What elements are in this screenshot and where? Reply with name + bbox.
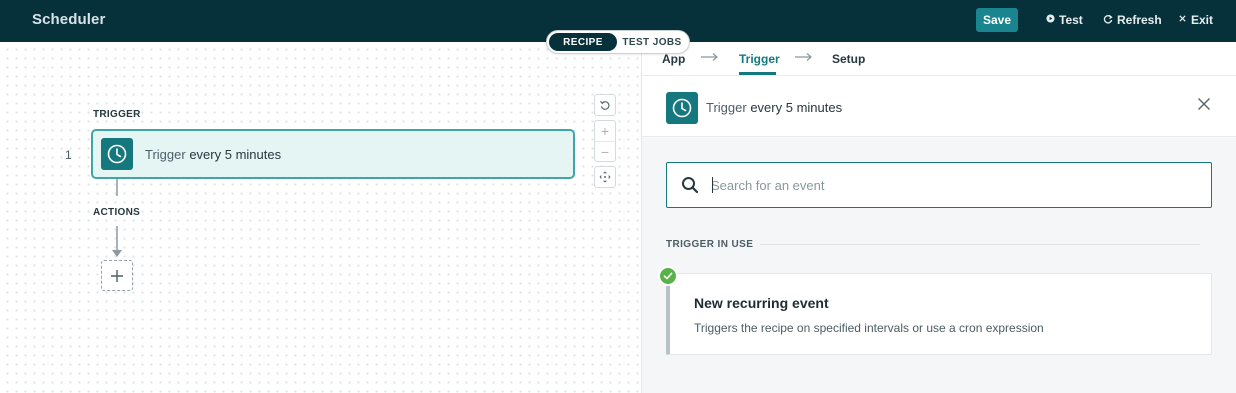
panel-title-text: every 5 minutes <box>750 100 843 115</box>
undo-button[interactable] <box>594 94 616 116</box>
plus-icon <box>111 269 123 282</box>
event-search-box[interactable] <box>666 162 1212 208</box>
breadcrumb-trigger[interactable]: Trigger <box>739 52 780 66</box>
panel-title-prefix: Trigger <box>706 100 747 115</box>
exit-icon <box>1178 14 1187 26</box>
arrow-down-icon <box>112 250 122 257</box>
text-caret <box>712 177 713 193</box>
panel-header: Trigger every 5 minutes <box>642 77 1236 137</box>
zoom-controls: + − <box>594 120 616 162</box>
add-step-button[interactable] <box>101 260 133 291</box>
connector-line <box>116 179 118 196</box>
active-breadcrumb-indicator <box>739 72 776 75</box>
step-number: 1 <box>65 148 72 162</box>
tab-recipe[interactable]: RECIPE <box>549 33 617 51</box>
breadcrumb-setup[interactable]: Setup <box>832 52 865 66</box>
event-search-input[interactable] <box>711 173 1191 197</box>
test-button[interactable]: Test <box>1046 13 1083 27</box>
fit-view-button[interactable] <box>594 166 616 188</box>
arrow-right-icon <box>795 49 813 67</box>
undo-icon <box>599 100 610 110</box>
clock-icon <box>666 92 698 124</box>
arrow-right-icon <box>701 49 719 67</box>
app-title: Scheduler <box>32 11 106 28</box>
zoom-in-icon[interactable]: + <box>595 121 615 141</box>
connector-line <box>116 226 118 251</box>
close-panel-button[interactable] <box>1195 96 1213 114</box>
trigger-step-prefix: Trigger <box>145 146 186 162</box>
search-icon <box>681 176 699 199</box>
trigger-in-use-label: TRIGGER IN USE <box>666 239 754 250</box>
refresh-icon <box>1103 14 1113 27</box>
mode-toggle[interactable]: RECIPE TEST JOBS <box>546 30 690 54</box>
fit-view-icon <box>599 171 611 183</box>
trigger-section-label: TRIGGER <box>93 109 141 120</box>
refresh-label: Refresh <box>1117 13 1162 27</box>
exit-button[interactable]: Exit <box>1178 13 1213 27</box>
breadcrumb-app[interactable]: App <box>662 52 685 66</box>
section-divider <box>760 244 1200 245</box>
test-icon <box>1046 14 1055 26</box>
trigger-step-card[interactable]: Trigger every 5 minutes <box>91 129 575 179</box>
trigger-step-text: every 5 minutes <box>189 146 282 162</box>
check-icon <box>658 266 678 286</box>
close-icon <box>1197 97 1211 111</box>
save-button[interactable]: Save <box>976 8 1018 32</box>
actions-section-label: ACTIONS <box>93 207 141 218</box>
event-title: New recurring event <box>694 295 829 311</box>
clock-icon <box>101 138 133 170</box>
breadcrumb: App Trigger Setup <box>642 42 1236 76</box>
tab-test-jobs[interactable]: TEST JOBS <box>617 33 687 51</box>
zoom-out-icon[interactable]: − <box>595 141 615 161</box>
event-description: Triggers the recipe on specified interva… <box>694 321 1044 335</box>
refresh-button[interactable]: Refresh <box>1103 13 1162 27</box>
test-label: Test <box>1059 13 1083 27</box>
exit-label: Exit <box>1191 13 1214 27</box>
event-card[interactable] <box>666 273 1212 355</box>
trigger-step-label: Trigger every 5 minutes <box>145 147 281 162</box>
panel-title: Trigger every 5 minutes <box>706 100 842 115</box>
